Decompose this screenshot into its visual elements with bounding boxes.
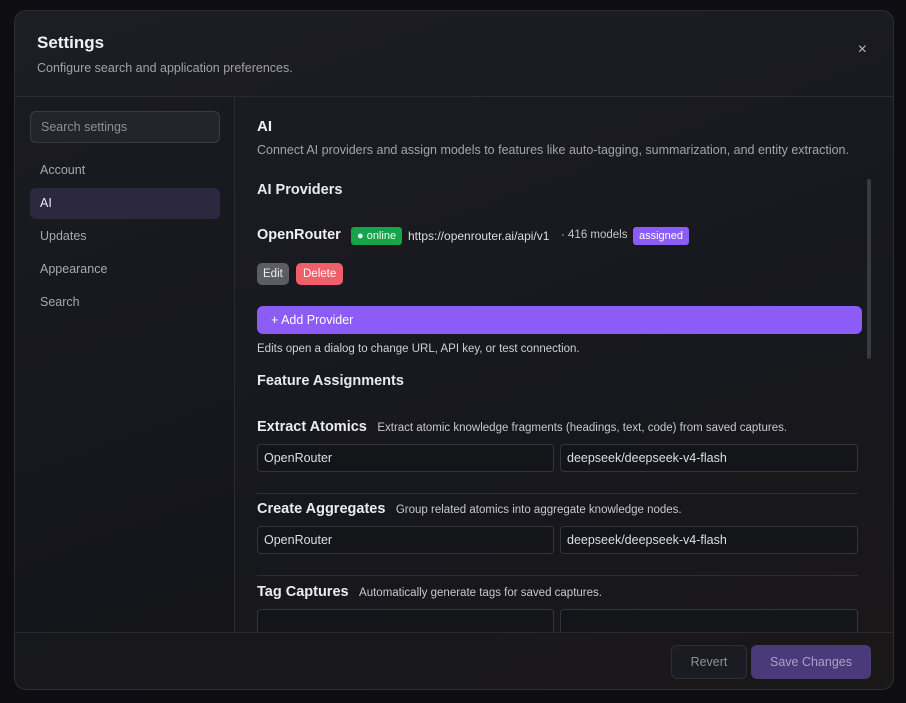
status-badge: ● online [351,227,403,245]
dialog-subtitle: Configure search and application prefere… [37,61,293,75]
provider-select[interactable] [257,609,554,632]
model-select[interactable] [560,609,858,632]
delete-provider-button[interactable]: Delete [296,263,344,285]
settings-content: AI Connect AI providers and assign model… [236,97,893,632]
dialog-footer: Revert Save Changes [15,632,893,689]
model-select[interactable]: deepseek/deepseek-v4-flash [560,526,858,554]
close-icon[interactable]: × [858,41,867,59]
feature-title: Create Aggregates [257,501,386,517]
sidebar-item-appearance[interactable]: Appearance [30,254,220,285]
provider-model-count: · 416 models [561,229,628,241]
feature-tag-captures: Tag Captures Automatically generate tags… [257,583,858,632]
add-provider-hint: Edits open a dialog to change URL, API k… [257,343,580,355]
feature-title: Extract Atomics [257,419,367,435]
page-description: Connect AI providers and assign models t… [257,143,849,157]
dialog-title: Settings [37,33,105,52]
assigned-badge: assigned [633,227,690,245]
settings-nav: Account AI Updates Appearance Search [30,155,220,320]
model-select[interactable]: deepseek/deepseek-v4-flash [560,444,858,472]
search-settings-input[interactable] [30,111,220,143]
sidebar-item-search[interactable]: Search [30,287,220,318]
provider-select[interactable]: OpenRouter [257,526,554,554]
settings-sidebar: Account AI Updates Appearance Search [15,97,235,632]
feature-description: Extract atomic knowledge fragments (head… [377,422,788,434]
feature-selects [257,609,858,632]
sidebar-item-account[interactable]: Account [30,155,220,186]
dialog-header: Settings Configure search and applicatio… [15,11,893,97]
edit-provider-button[interactable]: Edit [257,263,289,285]
feature-create-aggregates: Create Aggregates Group related atomics … [257,500,858,554]
sidebar-item-ai[interactable]: AI [30,188,220,219]
feature-description: Automatically generate tags for saved ca… [359,587,602,599]
providers-heading: AI Providers [257,182,343,198]
assignments-heading: Feature Assignments [257,373,404,389]
page-title: AI [257,118,272,135]
sidebar-item-updates[interactable]: Updates [30,221,220,252]
feature-description: Group related atomics into aggregate kno… [395,504,682,516]
provider-url: https://openrouter.ai/api/v1 [408,229,550,243]
feature-selects: OpenRouter deepseek/deepseek-v4-flash [257,526,858,554]
provider-name: OpenRouter [257,227,341,243]
feature-extract-atomics: Extract Atomics Extract atomic knowledge… [257,418,858,472]
revert-button[interactable]: Revert [671,645,747,679]
content-scrollbar[interactable] [867,179,871,359]
save-changes-button[interactable]: Save Changes [751,645,871,679]
feature-selects: OpenRouter deepseek/deepseek-v4-flash [257,444,858,472]
add-provider-button[interactable]: + Add Provider [257,306,862,334]
feature-title: Tag Captures [257,584,349,600]
settings-dialog: Settings Configure search and applicatio… [14,10,894,690]
divider [257,575,858,576]
provider-select[interactable]: OpenRouter [257,444,554,472]
divider [257,493,858,494]
